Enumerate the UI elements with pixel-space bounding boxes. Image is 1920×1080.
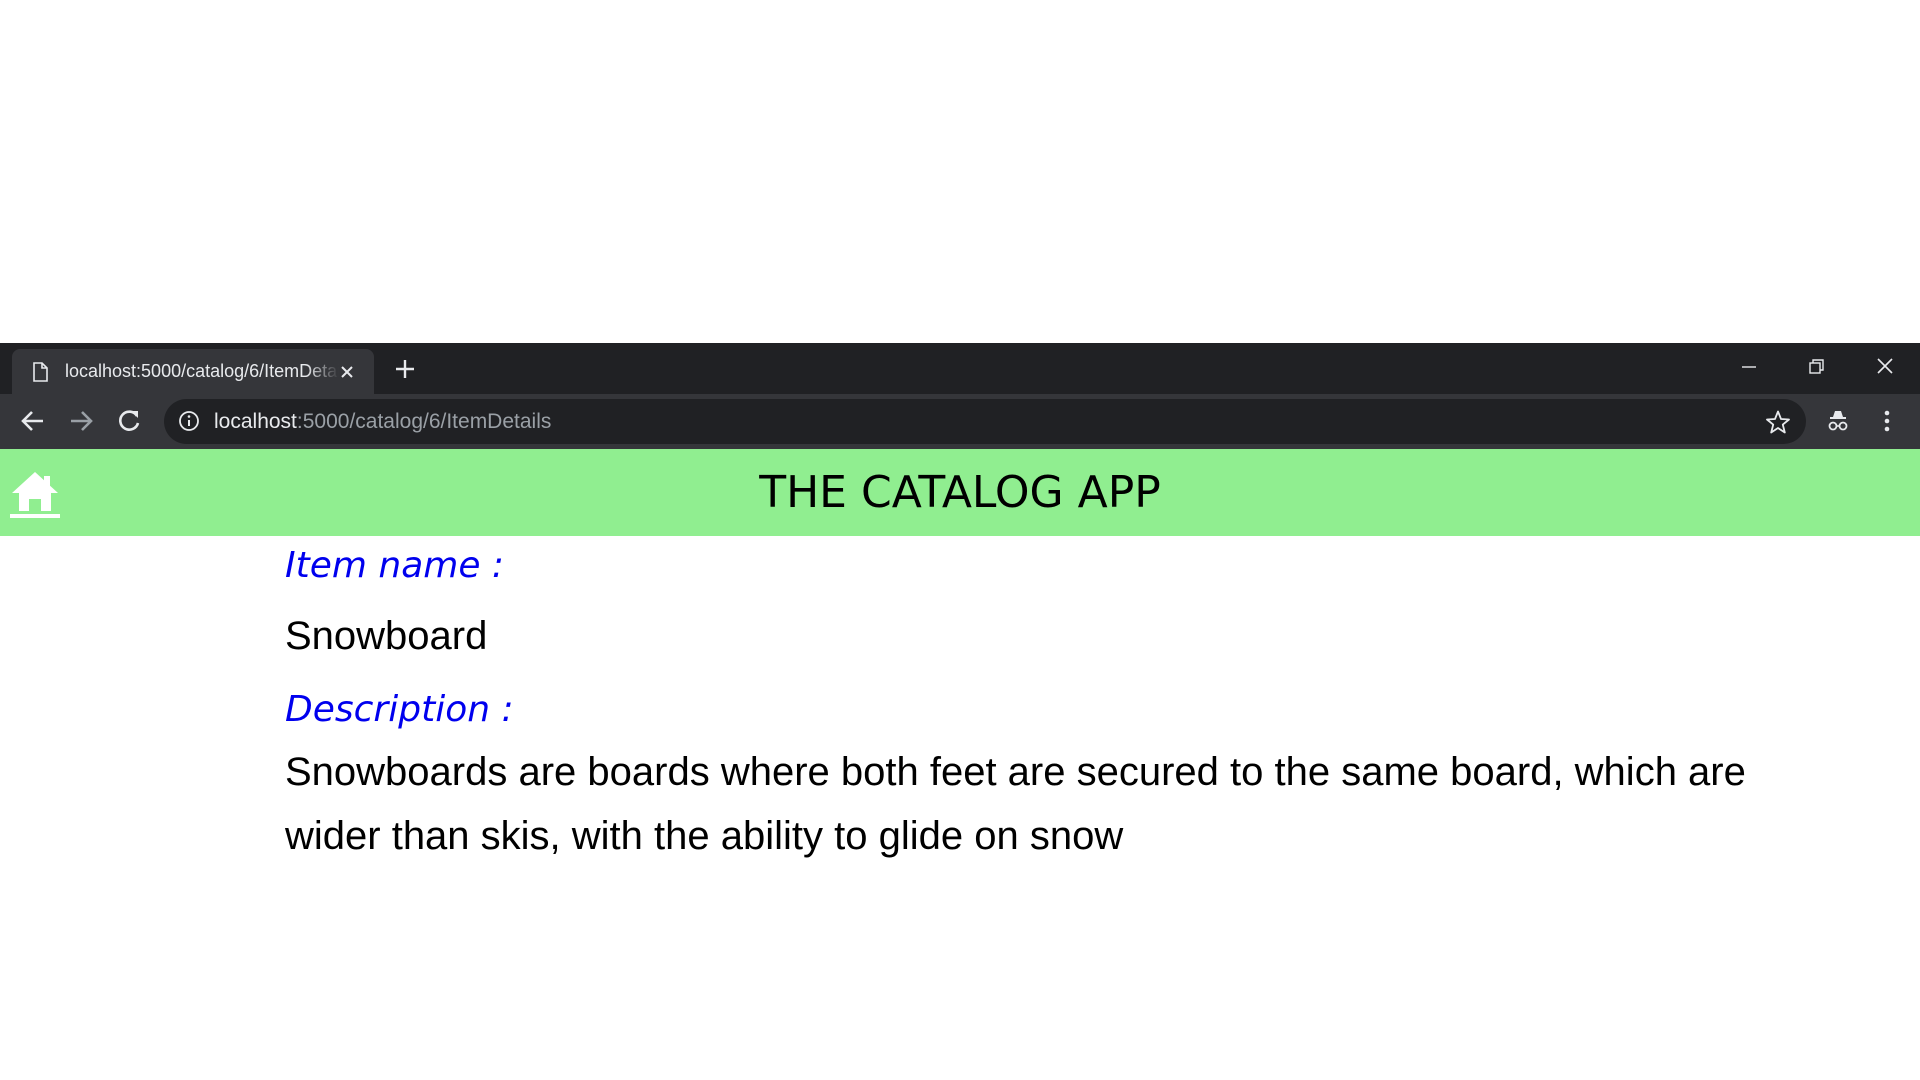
back-arrow-icon[interactable] (19, 407, 47, 435)
minimize-window-icon[interactable] (1734, 351, 1764, 381)
address-bar[interactable]: localhost:5000/catalog/6/ItemDetails (164, 399, 1806, 444)
url-path: :5000/catalog/6/ItemDetails (296, 410, 552, 433)
incognito-icon[interactable] (1824, 407, 1852, 435)
browser-tab[interactable]: localhost:5000/catalog/6/ItemDetails (12, 349, 374, 394)
page-icon (33, 362, 48, 382)
app-title: THE CATALOG APP (759, 467, 1161, 518)
tab-title: localhost:5000/catalog/6/ItemDetails (65, 361, 339, 381)
home-icon[interactable] (8, 469, 62, 519)
site-info-icon[interactable] (178, 410, 200, 432)
item-description: Snowboards are boards where both feet ar… (285, 750, 1746, 858)
item-name: Snowboard (285, 614, 488, 658)
desktop-background (0, 0, 1920, 343)
bookmark-star-icon[interactable] (1765, 409, 1791, 435)
close-tab-icon[interactable] (338, 363, 356, 381)
forward-arrow-icon[interactable] (67, 407, 95, 435)
browser-tabstrip: localhost:5000/catalog/6/ItemDetails (0, 343, 1920, 394)
new-tab-button[interactable] (392, 356, 418, 382)
restore-window-icon[interactable] (1801, 351, 1831, 381)
close-window-icon[interactable] (1870, 351, 1900, 381)
item-details: Item name : Snowboard Description : Snow… (285, 536, 1845, 868)
reload-icon[interactable] (115, 407, 143, 435)
description-label: Description : (285, 689, 514, 730)
browser-toolbar: localhost:5000/catalog/6/ItemDetails (0, 394, 1920, 449)
more-menu-icon[interactable] (1873, 407, 1901, 435)
address-url: localhost:5000/catalog/6/ItemDetails (214, 399, 551, 444)
url-host: localhost (214, 410, 297, 433)
item-name-label: Item name : (285, 545, 505, 586)
app-header: THE CATALOG APP (0, 449, 1920, 536)
